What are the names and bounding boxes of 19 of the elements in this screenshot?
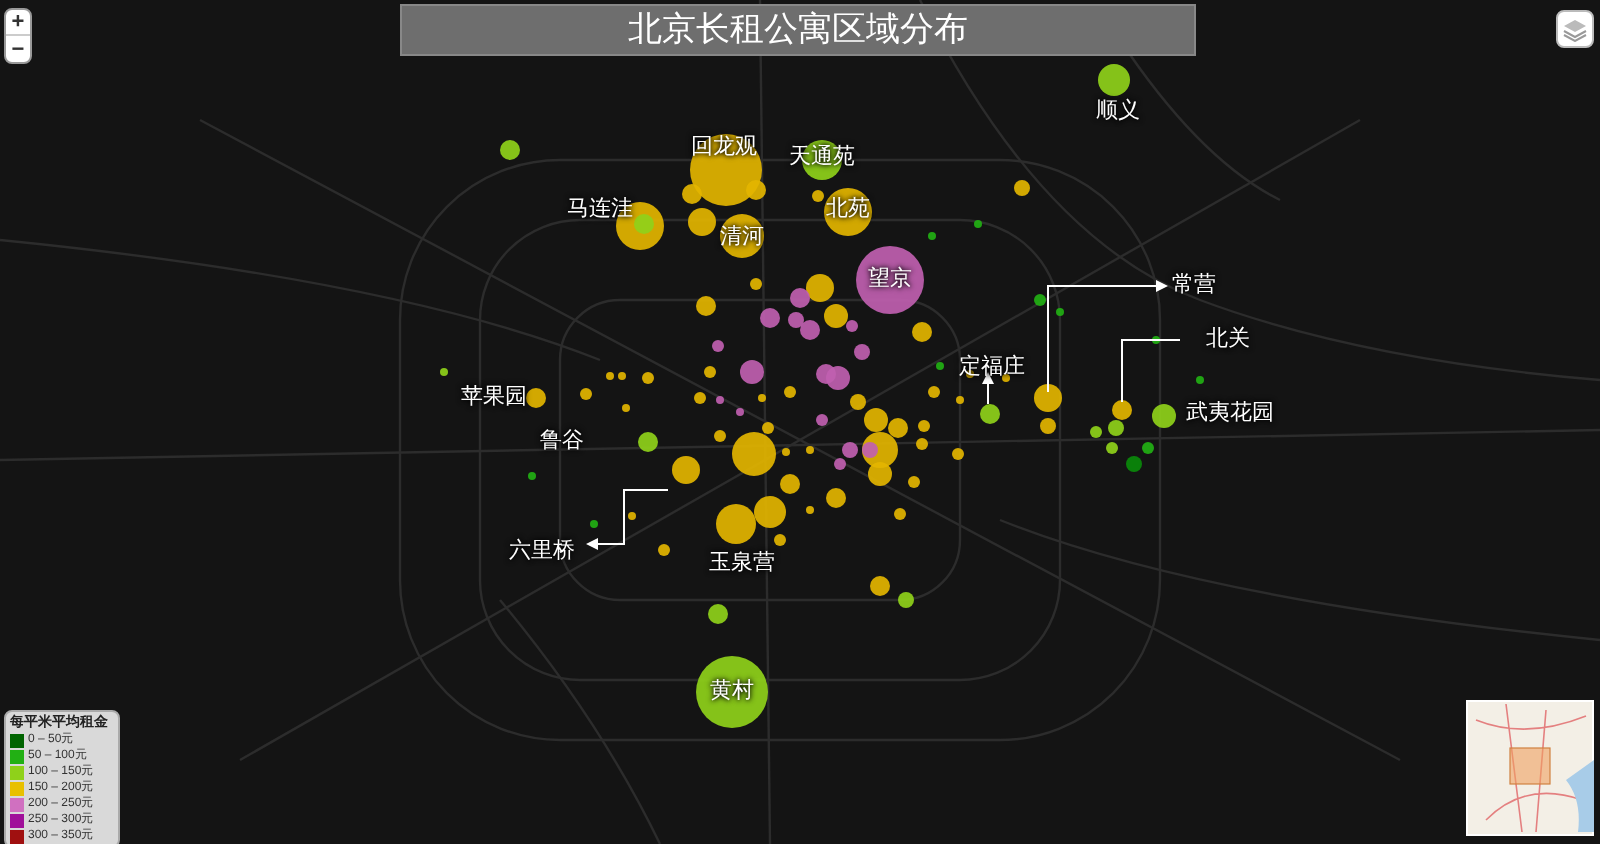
zoom-out-button[interactable]: − xyxy=(6,36,30,62)
place-label: 定福庄 xyxy=(959,355,1025,381)
place-label: 苹果园 xyxy=(461,385,527,411)
minimap-drawing xyxy=(1466,700,1594,836)
place-label: 玉泉营 xyxy=(709,551,775,577)
place-label: 北苑 xyxy=(826,197,870,223)
layers-icon xyxy=(1562,17,1588,41)
place-label: 清河 xyxy=(720,225,764,251)
place-label: 鲁谷 xyxy=(540,429,584,455)
place-label: 常营 xyxy=(1172,273,1216,299)
zoom-in-button[interactable]: + xyxy=(6,10,30,36)
place-label: 顺义 xyxy=(1096,99,1140,125)
place-label: 六里桥 xyxy=(509,539,575,565)
place-label: 北关 xyxy=(1206,327,1250,353)
place-label: 黄村 xyxy=(710,679,754,705)
place-label: 望京 xyxy=(868,267,912,293)
title-bar: 北京长租公寓区域分布 xyxy=(400,4,1196,56)
place-label: 武夷花园 xyxy=(1186,401,1274,427)
layers-button[interactable] xyxy=(1556,10,1594,48)
